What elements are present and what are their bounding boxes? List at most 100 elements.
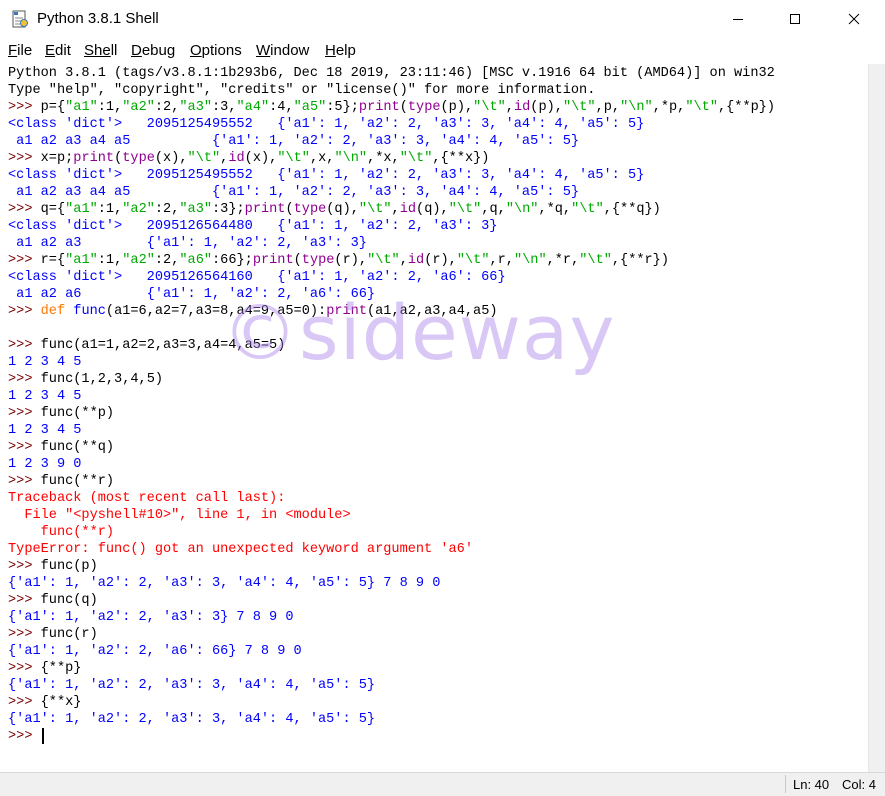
shell-text: 1 2 3 4 5	[8, 355, 82, 370]
shell-line: Type "help", "copyright", "credits" or "…	[8, 82, 595, 99]
shell-line: 1 2 3 9 0	[8, 456, 81, 473]
shell-text: :2,	[154, 202, 180, 217]
shell-text: (x),	[244, 151, 278, 166]
shell-prompt: >>>	[8, 440, 41, 455]
shell-text: <class 'dict'> 2095126564160 {'a1': 1, '…	[8, 270, 506, 285]
shell-text: :1,	[97, 100, 123, 115]
shell-text: (a1=6,a2=7,a3=8,a4=9,a5=0):	[105, 304, 327, 319]
maximize-icon	[790, 14, 800, 24]
shell-prompt: >>>	[8, 151, 41, 166]
shell-text: print	[358, 100, 400, 115]
shell-text: print	[252, 253, 294, 268]
shell-text: (	[399, 100, 408, 115]
shell-text: func(1,2,3,4,5)	[40, 372, 164, 387]
shell-text: ,*p,	[652, 100, 686, 115]
shell-line: func(**r)	[8, 524, 114, 541]
shell-text: "\t"	[277, 151, 310, 166]
menu-debug[interactable]: Debug	[131, 42, 175, 59]
shell-line: {'a1': 1, 'a2': 2, 'a3': 3, 'a4': 4, 'a5…	[8, 575, 440, 592]
shell-text: 1 2 3 9 0	[8, 457, 82, 472]
vertical-scrollbar[interactable]	[868, 64, 885, 772]
shell-text: :3,	[212, 100, 237, 115]
shell-text: <class 'dict'> 2095125495552 {'a1': 1, '…	[8, 168, 645, 183]
shell-line: >>> func(a1=1,a2=2,a3=3,a4=4,a5=5)	[8, 337, 285, 354]
title-bar[interactable]: Python 3.8.1 Shell	[0, 0, 885, 38]
shell-text: "\t"	[571, 202, 604, 217]
shell-text: ,*r,	[546, 253, 580, 268]
shell-text: def	[40, 304, 74, 319]
shell-text: "a2"	[122, 202, 155, 217]
shell-text: Traceback (most recent call last):	[8, 491, 286, 506]
menu-window[interactable]: Window	[256, 42, 309, 59]
shell-text-area[interactable]: Python 3.8.1 (tags/v3.8.1:1b293b6, Dec 1…	[0, 64, 868, 772]
shell-text: a1 a2 a6 {'a1': 1, 'a2': 2, 'a6': 66}	[8, 287, 376, 302]
shell-text: Python 3.8.1 (tags/v3.8.1:1b293b6, Dec 1…	[8, 66, 775, 81]
shell-text: func(**p)	[40, 406, 115, 421]
shell-text: "a1"	[65, 253, 98, 268]
close-icon	[848, 13, 860, 25]
shell-text: (x),	[154, 151, 188, 166]
shell-line: <class 'dict'> 2095126564160 {'a1': 1, '…	[8, 269, 506, 286]
shell-line: >>> func(**p)	[8, 405, 114, 422]
shell-text: ,{**q})	[603, 202, 661, 217]
shell-text: "\n"	[513, 253, 547, 268]
shell-text: "\t"	[448, 202, 482, 217]
shell-text: :4,	[269, 100, 294, 115]
minimize-icon	[733, 19, 743, 20]
shell-text: (r),	[334, 253, 368, 268]
menu-file[interactable]: File	[8, 42, 32, 59]
shell-text: ,{**r})	[611, 253, 669, 268]
shell-text: func(p)	[40, 559, 98, 574]
shell-line: >>> p={"a1":1,"a2":2,"a3":3,"a4":4,"a5":…	[8, 99, 775, 116]
shell-text: "a4"	[236, 100, 270, 115]
menu-help[interactable]: Help	[325, 42, 356, 59]
shell-text: :3};	[212, 202, 245, 217]
menu-options[interactable]: Options	[190, 42, 242, 59]
shell-text: func(**r)	[40, 474, 115, 489]
shell-prompt: >>>	[8, 559, 41, 574]
status-divider	[785, 775, 786, 793]
shell-text: ,q,	[481, 202, 506, 217]
shell-text: func(**q)	[40, 440, 115, 455]
shell-line: {'a1': 1, 'a2': 2, 'a3': 3, 'a4': 4, 'a5…	[8, 677, 375, 694]
shell-text: Type "help", "copyright", "credits" or "…	[8, 83, 596, 98]
shell-text: ,	[505, 100, 514, 115]
shell-line: Python 3.8.1 (tags/v3.8.1:1b293b6, Dec 1…	[8, 65, 775, 82]
shell-line: TypeError: func() got an unexpected keyw…	[8, 541, 473, 558]
shell-prompt: >>>	[8, 202, 41, 217]
shell-text: q={	[40, 202, 66, 217]
status-col: Col: 4	[842, 777, 876, 792]
shell-text: "a2"	[122, 100, 155, 115]
shell-text: "\t"	[456, 253, 490, 268]
shell-text: {'a1': 1, 'a2': 2, 'a3': 3, 'a4': 4, 'a5…	[8, 712, 376, 727]
maximize-button[interactable]	[772, 0, 818, 38]
shell-text: (	[293, 253, 302, 268]
close-button[interactable]	[831, 0, 877, 38]
shell-text: ,	[391, 202, 400, 217]
shell-text: :1,	[97, 253, 123, 268]
menu-shell[interactable]: Shell	[84, 42, 117, 59]
shell-text: ,r,	[489, 253, 514, 268]
shell-line: a1 a2 a6 {'a1': 1, 'a2': 2, 'a6': 66}	[8, 286, 375, 303]
shell-line: >>> q={"a1":1,"a2":2,"a3":3};print(type(…	[8, 201, 661, 218]
shell-line: {'a1': 1, 'a2': 2, 'a6': 66} 7 8 9 0	[8, 643, 302, 660]
shell-line: >>> def func(a1=6,a2=7,a3=8,a4=9,a5=0):p…	[8, 303, 498, 320]
shell-text: "\t"	[367, 253, 400, 268]
shell-text: ,	[399, 253, 408, 268]
shell-text: <class 'dict'> 2095125495552 {'a1': 1, '…	[8, 117, 645, 132]
minimize-button[interactable]	[715, 0, 761, 38]
menu-edit[interactable]: Edit	[45, 42, 71, 59]
shell-text: "\n"	[334, 151, 368, 166]
shell-line: {'a1': 1, 'a2': 2, 'a3': 3, 'a4': 4, 'a5…	[8, 711, 375, 728]
shell-text: <class 'dict'> 2095126564480 {'a1': 1, '…	[8, 219, 498, 234]
shell-text: {'a1': 1, 'a2': 2, 'a3': 3, 'a4': 4, 'a5…	[8, 678, 376, 693]
shell-text: File "<pyshell#10>", line 1, in <module>	[8, 508, 351, 523]
shell-prompt: >>>	[8, 406, 41, 421]
shell-text: p={	[40, 100, 66, 115]
shell-text: "\n"	[620, 100, 653, 115]
shell-line: 1 2 3 4 5	[8, 422, 81, 439]
shell-text: type	[293, 202, 327, 217]
shell-prompt: >>>	[8, 372, 41, 387]
shell-text: ,*q,	[538, 202, 572, 217]
shell-text: :5};	[326, 100, 359, 115]
